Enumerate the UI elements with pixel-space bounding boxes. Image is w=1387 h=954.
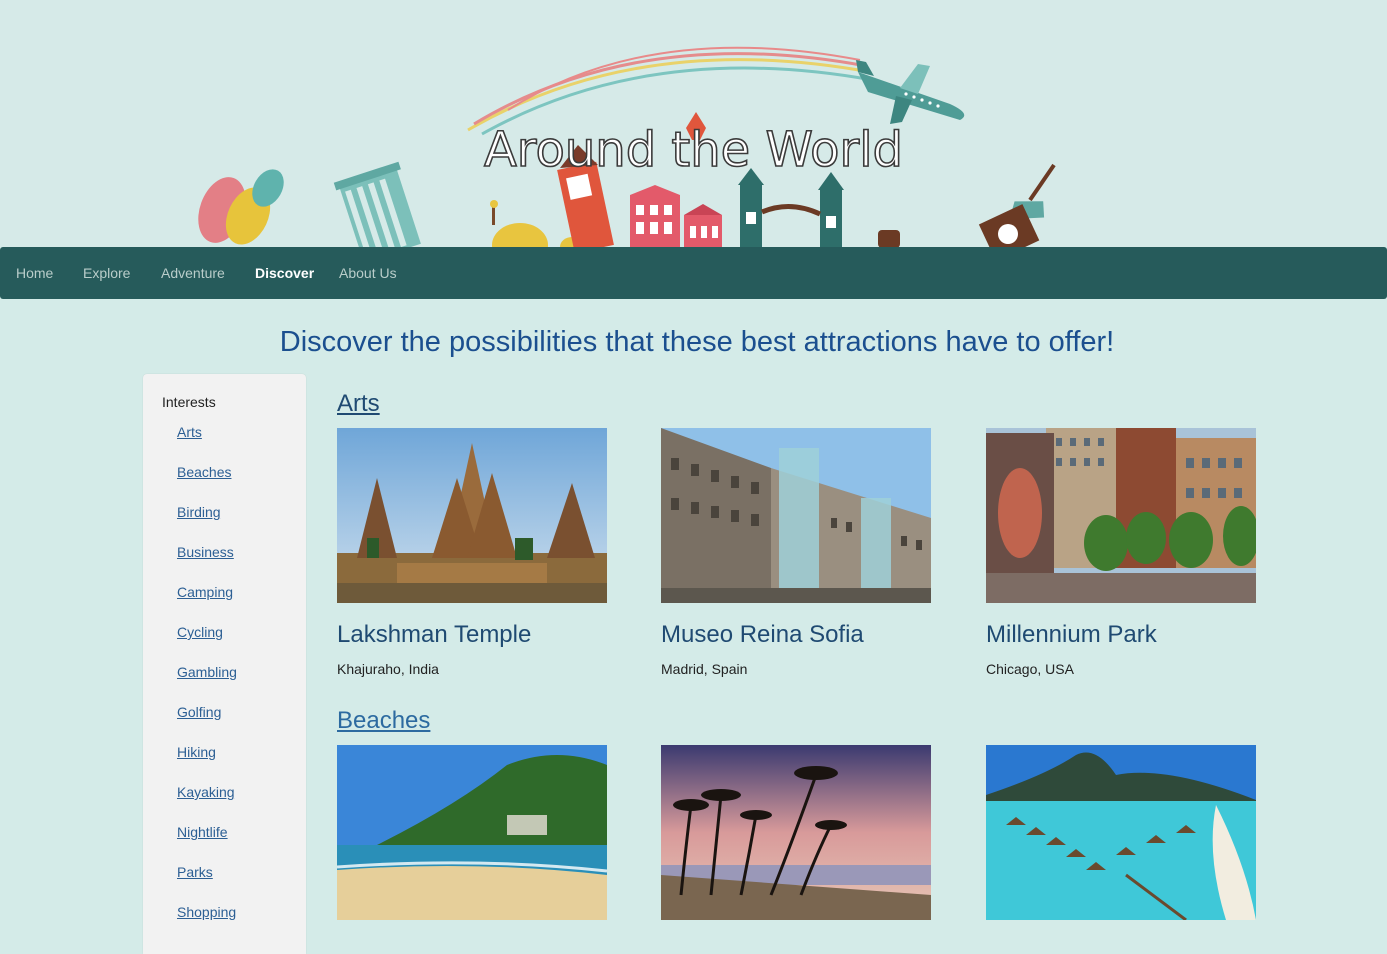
attraction-location: Madrid, Spain (661, 661, 748, 677)
nav-discover[interactable]: Discover (255, 247, 314, 299)
park-photo[interactable] (986, 428, 1256, 603)
sidebar-item-beaches[interactable]: Beaches (177, 464, 231, 480)
nav-home[interactable]: Home (16, 247, 53, 299)
sidebar-item-business[interactable]: Business (177, 544, 234, 560)
section-title-beaches[interactable]: Beaches (337, 707, 430, 735)
attraction-name[interactable]: Museo Reina Sofia (661, 621, 864, 649)
nav-explore[interactable]: Explore (83, 247, 130, 299)
sidebar-item-nightlife[interactable]: Nightlife (177, 824, 228, 840)
museum-photo[interactable] (661, 428, 931, 603)
interests-sidebar: Interests Arts Beaches Birding Business … (143, 374, 306, 954)
beach-hill-photo[interactable] (337, 745, 607, 920)
bridge-icon (738, 168, 900, 247)
sidebar-title: Interests (162, 394, 216, 410)
sidebar-item-cycling[interactable]: Cycling (177, 624, 223, 640)
sidebar-item-gambling[interactable]: Gambling (177, 664, 237, 680)
site-title: Around the World (483, 121, 904, 179)
nav-about-us[interactable]: About Us (339, 247, 397, 299)
beach-bungalows-photo[interactable] (986, 745, 1256, 920)
section-title-arts[interactable]: Arts (337, 390, 380, 418)
header-banner: Around the World (0, 0, 1387, 247)
attraction-name[interactable]: Millennium Park (986, 621, 1157, 649)
attraction-location: Khajuraho, India (337, 661, 439, 677)
sidebar-item-arts[interactable]: Arts (177, 424, 202, 440)
sidebar-item-parks[interactable]: Parks (177, 864, 213, 880)
attraction-location: Chicago, USA (986, 661, 1074, 677)
sidebar-item-hiking[interactable]: Hiking (177, 744, 216, 760)
attraction-name[interactable]: Lakshman Temple (337, 621, 531, 649)
sidebar-item-kayaking[interactable]: Kayaking (177, 784, 235, 800)
airplane-icon (856, 60, 965, 124)
sidebar-item-camping[interactable]: Camping (177, 584, 233, 600)
nav-adventure[interactable]: Adventure (161, 247, 225, 299)
beach-palms-photo[interactable] (661, 745, 931, 920)
page-headline: Discover the possibilities that these be… (279, 326, 1115, 358)
sidebar-item-birding[interactable]: Birding (177, 504, 221, 520)
temple-photo[interactable] (337, 428, 607, 603)
sidebar-item-golfing[interactable]: Golfing (177, 704, 221, 720)
main-navbar: Home Explore Adventure Discover About Us (0, 247, 1387, 299)
sidebar-item-shopping[interactable]: Shopping (177, 904, 236, 920)
